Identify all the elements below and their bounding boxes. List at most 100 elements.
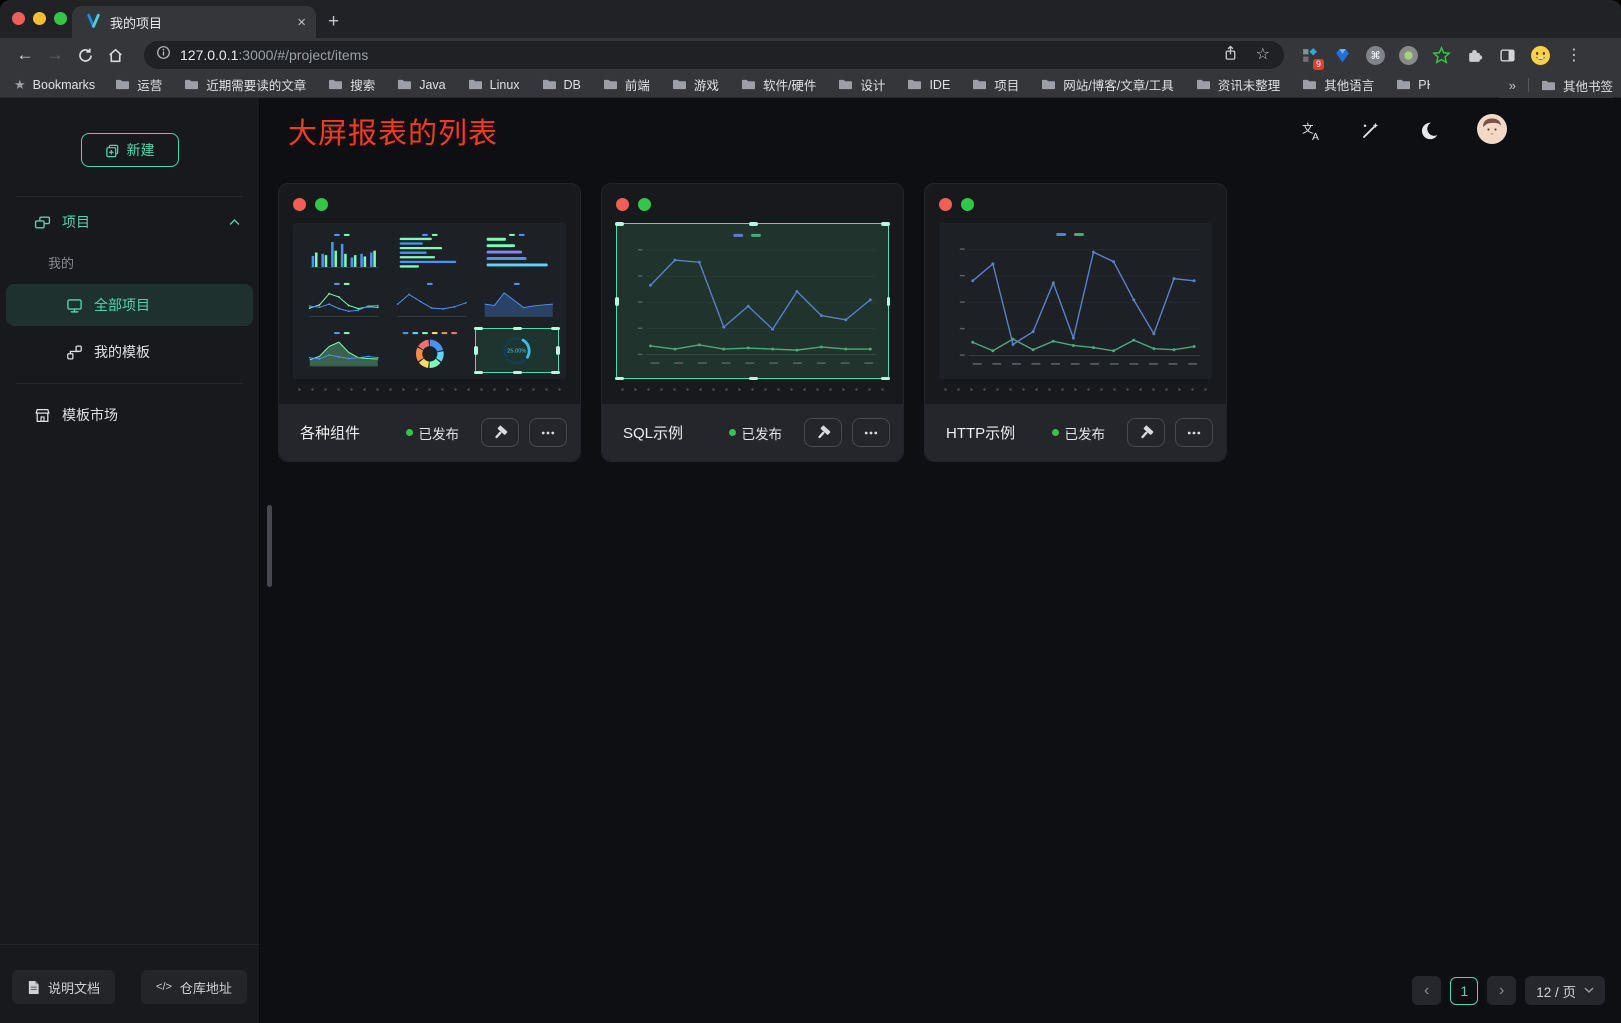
gem-extension-icon[interactable] [1331,44,1353,66]
back-button[interactable]: ← [10,45,40,65]
selection-handle[interactable] [615,222,624,226]
bookmark-root-folder[interactable]: ★ Bookmarks [14,77,95,93]
address-bar[interactable]: 127.0.0.1:3000/#/project/items ☆ [144,41,1284,69]
content-scrollbar[interactable] [267,505,272,587]
sidebar-footer: 说明文档 </> 仓库地址 [12,970,247,1004]
sidebar: 新建 项目 我的 全部项目 我的模板 模板市场 [0,98,260,1023]
selection-handle[interactable] [474,327,483,331]
reload-button[interactable] [70,45,100,65]
card-preview[interactable] [616,223,889,379]
prev-page-button[interactable]: ‹ [1412,976,1441,1005]
more-button[interactable] [1175,418,1213,447]
command-extension-icon[interactable]: ⌘ [1364,44,1386,66]
create-project-button[interactable]: 新建 [81,133,179,167]
extension-grid-icon[interactable]: 9 [1298,44,1320,66]
selection-handle[interactable] [474,346,478,355]
selection-handle[interactable] [749,377,758,381]
next-page-button[interactable]: › [1487,976,1516,1005]
selection-handle[interactable] [556,346,560,355]
site-info-icon[interactable] [156,45,171,65]
selection-handle[interactable] [615,297,619,306]
language-toggle-button[interactable]: 文A [1300,120,1322,142]
docs-button[interactable]: 说明文档 [12,970,115,1004]
bookmark-folder[interactable]: 近期需要读的文章 [184,75,306,94]
selection-handle[interactable] [551,371,560,375]
profile-avatar-icon[interactable] [1529,44,1551,66]
project-card[interactable]: HTTP示例 已发布 [924,183,1227,462]
bookmark-folder[interactable]: 项目 [972,75,1019,94]
selection-handle[interactable] [513,371,522,375]
window-minimize-button[interactable] [33,12,46,25]
sidebar-item-template-market[interactable]: 模板市场 [0,394,259,436]
bookmark-folder[interactable]: 前端 [603,75,650,94]
share-icon[interactable] [1223,45,1238,66]
bookmark-folder[interactable]: DB [542,78,581,92]
edit-button[interactable] [481,418,519,447]
home-button[interactable] [100,45,130,65]
project-card[interactable]: 25.00% 各种组件 已发布 [278,183,581,462]
project-card[interactable]: SQL示例 已发布 [601,183,904,462]
theme-magic-button[interactable] [1359,120,1381,142]
page-size-select[interactable]: 12 / 页 [1525,976,1605,1005]
selection-handle[interactable] [615,377,624,381]
window-zoom-button[interactable] [54,12,67,25]
selection-handle[interactable] [881,222,890,226]
browser-menu-icon[interactable]: ⋮ [1566,45,1582,65]
bookmark-folder[interactable]: PHP [1396,78,1430,92]
current-page[interactable]: 1 [1450,977,1478,1005]
red-dot-icon [293,198,306,211]
bookmark-folder[interactable]: 软件/硬件 [741,75,816,94]
bookmark-folder[interactable]: 设计 [838,75,885,94]
selection-handle[interactable] [881,377,890,381]
card-preview[interactable] [939,223,1212,379]
bookmark-folder[interactable]: 网站/博客/文章/工具 [1041,75,1173,94]
bookmark-page-icon[interactable]: ☆ [1256,47,1270,63]
dark-mode-button[interactable] [1418,120,1440,142]
folder-icon [115,78,130,91]
browser-tab[interactable]: 我的项目 × [72,6,316,38]
sidebar-section-mine: 我的 [0,247,259,277]
selection-handle[interactable] [551,327,560,331]
pagination: ‹ 1 › 12 / 页 [1412,976,1605,1005]
tab-close-icon[interactable]: × [297,14,306,31]
new-tab-button[interactable]: + [328,8,339,36]
folder-icon [1541,79,1556,92]
green-dot-icon [961,198,974,211]
folder-icon [542,78,557,91]
record-extension-icon[interactable] [1397,44,1419,66]
bookmark-folder[interactable]: 运营 [115,75,162,94]
hammer-icon [492,425,508,441]
bookmark-folder[interactable]: 搜索 [328,75,375,94]
bookmark-folder[interactable]: IDE [907,78,950,92]
copy-plus-icon [105,143,120,158]
folder-icon [468,78,483,91]
bookmark-folder[interactable]: 其他语言 [1302,75,1374,94]
sidebar-item-my-templates[interactable]: 我的模板 [6,331,253,373]
bookmark-folder[interactable]: 游戏 [672,75,719,94]
edit-button[interactable] [804,418,842,447]
edit-button[interactable] [1127,418,1165,447]
selection-handle[interactable] [749,222,758,226]
bookmark-folder[interactable]: Java [397,78,445,92]
extensions-puzzle-icon[interactable] [1463,44,1485,66]
bookmark-folder[interactable]: Linux [468,78,520,92]
side-panel-icon[interactable] [1496,44,1518,66]
storefront-icon [34,407,51,424]
sidebar-group-project[interactable]: 项目 [0,205,259,239]
user-avatar[interactable] [1477,114,1507,149]
star-extension-icon[interactable] [1430,44,1452,66]
more-button[interactable] [529,418,567,447]
card-preview[interactable]: 25.00% [293,223,566,379]
sidebar-item-all-projects[interactable]: 全部项目 [6,284,253,326]
selection-handle[interactable] [513,327,522,331]
other-bookmarks-folder[interactable]: 其他书签 [1541,76,1613,95]
selection-handle[interactable] [474,371,483,375]
repo-button[interactable]: </> 仓库地址 [141,970,247,1004]
bookmarks-overflow-icon[interactable]: » [1509,78,1516,93]
bookmark-folder[interactable]: 资讯未整理 [1196,75,1281,94]
window-close-button[interactable] [12,12,25,25]
more-button[interactable] [852,418,890,447]
selection-handle[interactable] [887,297,891,306]
window-controls [12,12,67,25]
chevron-up-icon[interactable] [228,216,241,229]
